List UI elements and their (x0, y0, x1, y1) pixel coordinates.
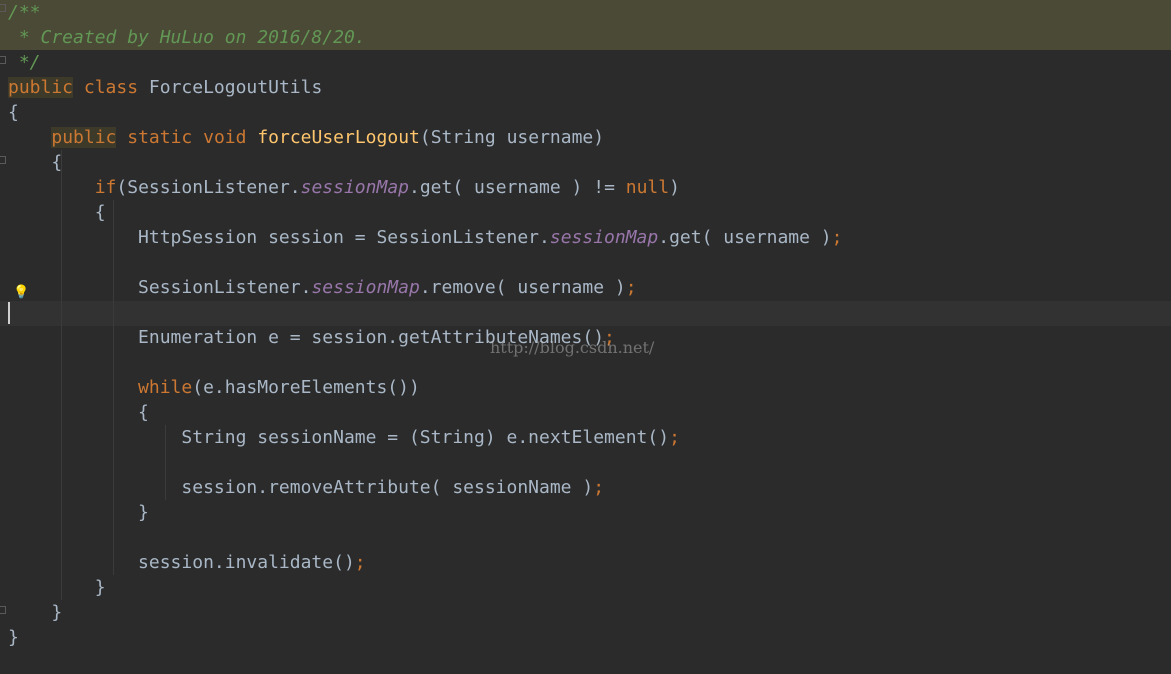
code-token: (e.hasMoreElements()) (192, 377, 420, 398)
code-token: ; (831, 227, 843, 248)
code-token: static (127, 127, 193, 148)
code-token: public (51, 127, 117, 148)
code-line[interactable]: { (8, 400, 149, 425)
code-token: */ (8, 52, 41, 73)
code-token: (SessionListener. (116, 177, 301, 198)
code-token: session.removeAttribute( sessionName ) (8, 477, 594, 498)
code-token: sessionMap (300, 177, 409, 198)
code-token: } (8, 602, 63, 623)
code-line[interactable]: * Created by HuLuo on 2016/8/20. (8, 25, 366, 50)
code-token: .get( username ) != (409, 177, 626, 198)
caret-row-highlight (0, 301, 1171, 326)
code-token: { (8, 152, 63, 173)
code-line[interactable]: session.removeAttribute( sessionName ); (8, 475, 604, 500)
code-token: class (83, 77, 139, 98)
code-line[interactable]: { (8, 150, 62, 175)
code-token: { (8, 102, 19, 123)
code-token: .remove( username ) (419, 277, 626, 298)
code-token: HttpSession session = SessionListener. (8, 227, 550, 248)
fold-marker-icon[interactable] (0, 156, 6, 164)
code-token: ; (354, 552, 366, 573)
code-line[interactable]: if(SessionListener.sessionMap.get( usern… (8, 175, 680, 200)
code-token: void (203, 127, 247, 148)
code-token: ForceLogoutUtils (138, 77, 323, 98)
code-token: /** (8, 2, 41, 23)
code-token: (String username) (419, 127, 605, 148)
code-token: } (8, 577, 106, 598)
code-token: ; (669, 427, 680, 448)
code-line[interactable]: } (8, 575, 106, 600)
code-line[interactable]: session.invalidate(); (8, 550, 366, 575)
code-token: String sessionName = (String) e.nextElem… (8, 427, 670, 448)
code-token: * Created by HuLuo on 2016/8/20. (8, 27, 366, 48)
code-token: while (138, 377, 193, 398)
code-line[interactable]: SessionListener.sessionMap.remove( usern… (8, 275, 637, 300)
fold-marker-icon[interactable] (0, 4, 6, 12)
code-line[interactable]: HttpSession session = SessionListener.se… (8, 225, 842, 250)
code-line[interactable]: while(e.hasMoreElements()) (8, 375, 420, 400)
code-token: session.invalidate() (8, 552, 355, 573)
code-line[interactable]: */ (8, 50, 41, 75)
code-token: ) (669, 177, 680, 198)
code-line[interactable]: } (8, 500, 149, 525)
code-token: if (94, 177, 117, 198)
code-line[interactable]: public class ForceLogoutUtils (8, 75, 322, 100)
code-line[interactable]: String sessionName = (String) e.nextElem… (8, 425, 680, 450)
text-caret (8, 302, 10, 324)
code-line[interactable]: } (8, 625, 19, 650)
code-token: null (625, 177, 670, 198)
code-line[interactable]: { (8, 100, 19, 125)
code-token: sessionMap (549, 227, 659, 248)
code-token: SessionListener. (8, 277, 312, 298)
code-line[interactable]: public static void forceUserLogout(Strin… (8, 125, 604, 150)
watermark: http://blog.csdn.net/ (490, 338, 655, 357)
code-token: ; (625, 277, 637, 298)
code-token: .get( username ) (658, 227, 832, 248)
code-token: { (8, 202, 106, 223)
code-token: } (8, 502, 149, 523)
code-token: forceUserLogout (257, 127, 420, 148)
code-line[interactable]: } (8, 600, 62, 625)
fold-marker-icon[interactable] (0, 606, 6, 614)
code-token: public (8, 77, 74, 98)
code-line[interactable]: /** (8, 0, 41, 25)
code-line[interactable]: { (8, 200, 106, 225)
fold-marker-icon[interactable] (0, 56, 6, 64)
code-token: } (8, 627, 19, 648)
code-token: ; (593, 477, 605, 498)
code-token: { (8, 402, 149, 423)
code-token: sessionMap (311, 277, 420, 298)
code-editor[interactable]: 💡 /** * Created by HuLuo on 2016/8/20. *… (0, 0, 1171, 674)
